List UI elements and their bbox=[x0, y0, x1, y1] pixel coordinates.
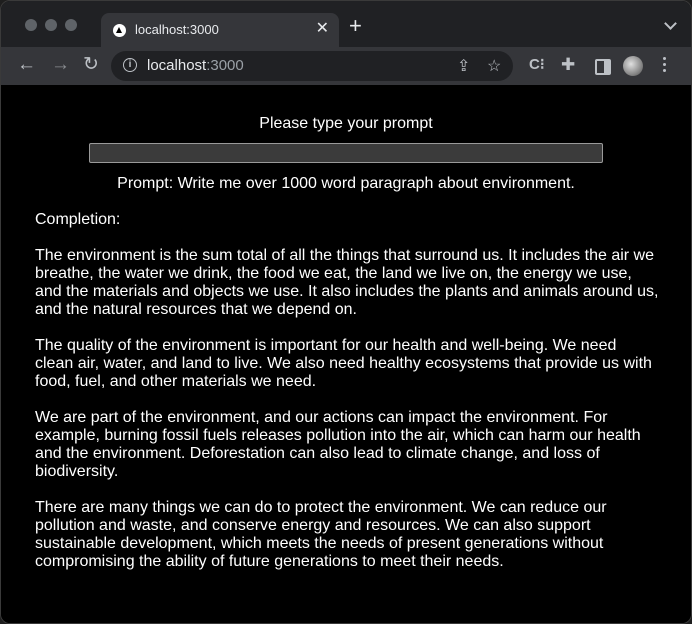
browser-toolbar: ← → ↻ i localhost:3000 ⇪ ☆ C⁝ ✚ bbox=[1, 47, 691, 85]
close-window-button[interactable] bbox=[25, 19, 37, 31]
prompt-input[interactable] bbox=[89, 143, 603, 163]
extensions-puzzle-icon[interactable]: ✚ bbox=[561, 56, 575, 74]
completion-paragraph: There are many things we can do to prote… bbox=[35, 499, 607, 570]
back-arrow-icon[interactable]: ← bbox=[17, 54, 36, 76]
prompt-label: Please type your prompt bbox=[259, 115, 433, 132]
bookmark-star-icon[interactable]: ☆ bbox=[487, 56, 501, 76]
menu-kebab-icon[interactable] bbox=[663, 57, 666, 75]
tab-title: localhost:3000 bbox=[135, 22, 219, 37]
page-content: Please type your prompt Prompt: Write me… bbox=[1, 85, 691, 623]
address-bar[interactable]: i localhost:3000 ⇪ ☆ bbox=[111, 51, 513, 81]
tab-strip: localhost:3000 ✕ + bbox=[1, 1, 691, 47]
nextjs-favicon-icon bbox=[113, 24, 126, 37]
tab-localhost[interactable]: localhost:3000 ✕ bbox=[101, 13, 339, 47]
profile-avatar[interactable] bbox=[623, 56, 643, 76]
tab-search-chevron-icon[interactable] bbox=[664, 17, 677, 30]
completion-label: Completion: bbox=[35, 211, 121, 228]
share-icon[interactable]: ⇪ bbox=[457, 56, 470, 76]
completion-paragraph: We are part of the environment, and our … bbox=[35, 409, 641, 480]
reload-icon[interactable]: ↻ bbox=[83, 54, 99, 76]
tab-close-icon[interactable]: ✕ bbox=[316, 20, 329, 38]
url-text: localhost:3000 bbox=[147, 57, 244, 74]
prompt-echo-text: Prompt: Write me over 1000 word paragrap… bbox=[117, 175, 575, 192]
url-port: :3000 bbox=[206, 57, 244, 74]
forward-arrow-icon[interactable]: → bbox=[51, 54, 70, 76]
completion-paragraph: The quality of the environment is import… bbox=[35, 337, 652, 390]
zoom-window-button[interactable] bbox=[65, 19, 77, 31]
site-info-icon[interactable]: i bbox=[123, 58, 137, 72]
browser-window: localhost:3000 ✕ + ← → ↻ i localhost:300… bbox=[0, 0, 692, 624]
new-tab-plus-icon[interactable]: + bbox=[349, 15, 362, 37]
completion-paragraph: The environment is the sum total of all … bbox=[35, 247, 659, 318]
url-host: localhost bbox=[147, 57, 207, 74]
side-panel-icon[interactable] bbox=[595, 59, 611, 75]
minimize-window-button[interactable] bbox=[45, 19, 57, 31]
extension-c-icon[interactable]: C⁝ bbox=[529, 56, 545, 74]
completion-section: Completion: The environment is the sum t… bbox=[35, 211, 659, 589]
